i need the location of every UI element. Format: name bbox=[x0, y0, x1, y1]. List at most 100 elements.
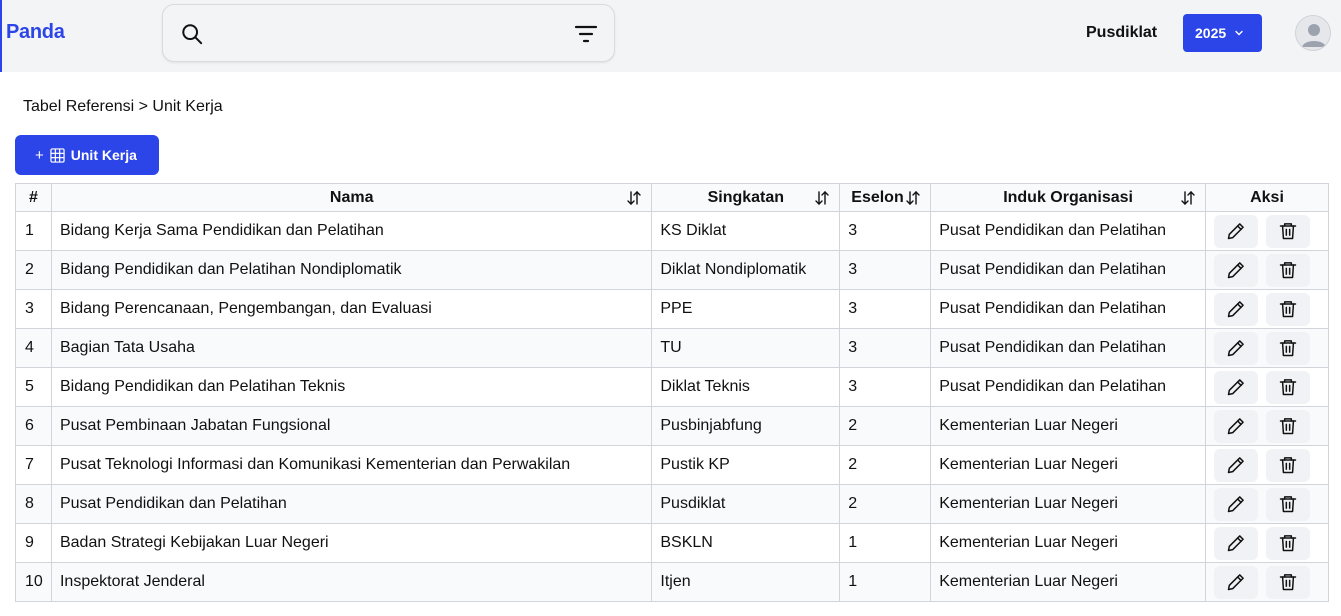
cell-aksi bbox=[1204, 367, 1330, 407]
pencil-icon bbox=[1227, 223, 1244, 240]
cell-eselon: 3 bbox=[839, 367, 932, 407]
year-select[interactable]: 2025 bbox=[1183, 14, 1262, 52]
column-header-nama[interactable]: Nama bbox=[50, 183, 653, 212]
cell-nama: Pusat Pendidikan dan Pelatihan bbox=[50, 484, 653, 524]
cell-nama: Bidang Kerja Sama Pendidikan dan Pelatih… bbox=[50, 211, 653, 251]
cell-eselon: 3 bbox=[839, 250, 932, 290]
edit-button[interactable] bbox=[1213, 487, 1258, 521]
cell-aksi bbox=[1204, 328, 1330, 368]
cell-singkatan: PPE bbox=[651, 289, 841, 329]
column-header-number: # bbox=[15, 183, 52, 212]
trash-icon bbox=[1279, 496, 1297, 513]
cell-singkatan: Diklat Teknis bbox=[651, 367, 841, 407]
cell-number: 2 bbox=[15, 250, 52, 290]
delete-button[interactable] bbox=[1265, 409, 1310, 443]
delete-button[interactable] bbox=[1265, 214, 1310, 248]
cell-induk: Pusat Pendidikan dan Pelatihan bbox=[930, 289, 1206, 329]
column-header-eselon[interactable]: Eselon bbox=[839, 183, 932, 212]
pencil-icon bbox=[1227, 340, 1244, 357]
cell-nama: Pusat Teknologi Informasi dan Komunikasi… bbox=[50, 445, 653, 485]
pencil-icon bbox=[1227, 262, 1244, 279]
cell-number: 5 bbox=[15, 367, 52, 407]
cell-number: 6 bbox=[15, 406, 52, 446]
table-row: 4 Bagian Tata Usaha TU 3 Pusat Pendidika… bbox=[15, 328, 1330, 368]
breadcrumb: Tabel Referensi > Unit Kerja bbox=[23, 98, 223, 115]
cell-eselon: 1 bbox=[839, 562, 932, 602]
delete-button[interactable] bbox=[1265, 292, 1310, 326]
cell-induk: Kementerian Luar Negeri bbox=[930, 406, 1206, 446]
cell-eselon: 3 bbox=[839, 211, 932, 251]
top-bar: Panda Pusdiklat 2025 bbox=[0, 0, 1341, 72]
column-header-induk[interactable]: Induk Organisasi bbox=[930, 183, 1206, 212]
table-row: 3 Bidang Perencanaan, Pengembangan, dan … bbox=[15, 289, 1330, 329]
search-icon[interactable] bbox=[181, 23, 203, 45]
table-body: 1 Bidang Kerja Sama Pendidikan dan Pelat… bbox=[15, 211, 1330, 602]
cell-nama: Bidang Pendidikan dan Pelatihan Teknis bbox=[50, 367, 653, 407]
edit-button[interactable] bbox=[1213, 331, 1258, 365]
cell-aksi bbox=[1204, 406, 1330, 446]
cell-singkatan: BSKLN bbox=[651, 523, 841, 563]
edit-button[interactable] bbox=[1213, 565, 1258, 599]
edit-button[interactable] bbox=[1213, 253, 1258, 287]
trash-icon bbox=[1279, 535, 1297, 552]
unit-kerja-table: # Nama Singkatan Eselon Induk Organisasi… bbox=[15, 183, 1330, 602]
pencil-icon bbox=[1227, 457, 1244, 474]
edit-button[interactable] bbox=[1213, 448, 1258, 482]
sort-icon[interactable] bbox=[905, 190, 921, 206]
table-row: 10 Inspektorat Jenderal Itjen 1 Kementer… bbox=[15, 562, 1330, 602]
cell-singkatan: Itjen bbox=[651, 562, 841, 602]
delete-button[interactable] bbox=[1265, 565, 1310, 599]
sort-icon[interactable] bbox=[814, 190, 830, 206]
delete-button[interactable] bbox=[1265, 331, 1310, 365]
cell-aksi bbox=[1204, 523, 1330, 563]
cell-number: 3 bbox=[15, 289, 52, 329]
edit-button[interactable] bbox=[1213, 292, 1258, 326]
pencil-icon bbox=[1227, 496, 1244, 513]
user-avatar-icon[interactable] bbox=[1295, 15, 1331, 51]
cell-induk: Kementerian Luar Negeri bbox=[930, 523, 1206, 563]
table-header-row: # Nama Singkatan Eselon Induk Organisasi… bbox=[15, 183, 1330, 212]
cell-aksi bbox=[1204, 289, 1330, 329]
trash-icon bbox=[1279, 223, 1297, 240]
search-bar[interactable] bbox=[162, 4, 615, 62]
cell-eselon: 1 bbox=[839, 523, 932, 563]
cell-eselon: 2 bbox=[839, 445, 932, 485]
plus-icon: + bbox=[35, 146, 44, 164]
table-row: 2 Bidang Pendidikan dan Pelatihan Nondip… bbox=[15, 250, 1330, 290]
app-logo[interactable]: Panda bbox=[6, 21, 65, 44]
edit-button[interactable] bbox=[1213, 526, 1258, 560]
cell-singkatan: Pusbinjabfung bbox=[651, 406, 841, 446]
cell-aksi bbox=[1204, 211, 1330, 251]
sort-icon[interactable] bbox=[1180, 190, 1196, 206]
cell-induk: Kementerian Luar Negeri bbox=[930, 484, 1206, 524]
delete-button[interactable] bbox=[1265, 487, 1310, 521]
cell-number: 1 bbox=[15, 211, 52, 251]
cell-induk: Pusat Pendidikan dan Pelatihan bbox=[930, 250, 1206, 290]
column-header-nama-label: Nama bbox=[329, 188, 374, 206]
column-header-singkatan[interactable]: Singkatan bbox=[651, 183, 841, 212]
delete-button[interactable] bbox=[1265, 448, 1310, 482]
column-header-singkatan-label: Singkatan bbox=[707, 188, 785, 206]
filter-icon[interactable] bbox=[574, 24, 598, 44]
trash-icon bbox=[1279, 418, 1297, 435]
edit-button[interactable] bbox=[1213, 370, 1258, 404]
pencil-icon bbox=[1227, 418, 1244, 435]
add-unit-kerja-button[interactable]: + Unit Kerja bbox=[15, 135, 159, 175]
cell-eselon: 2 bbox=[839, 484, 932, 524]
delete-button[interactable] bbox=[1265, 253, 1310, 287]
cell-eselon: 3 bbox=[839, 289, 932, 329]
cell-number: 10 bbox=[15, 562, 52, 602]
table-row: 5 Bidang Pendidikan dan Pelatihan Teknis… bbox=[15, 367, 1330, 407]
pencil-icon bbox=[1227, 535, 1244, 552]
edit-button[interactable] bbox=[1213, 409, 1258, 443]
cell-singkatan: Pusdiklat bbox=[651, 484, 841, 524]
pencil-icon bbox=[1227, 574, 1244, 591]
trash-icon bbox=[1279, 574, 1297, 591]
delete-button[interactable] bbox=[1265, 370, 1310, 404]
table-row: 8 Pusat Pendidikan dan Pelatihan Pusdikl… bbox=[15, 484, 1330, 524]
sort-icon[interactable] bbox=[626, 190, 642, 206]
delete-button[interactable] bbox=[1265, 526, 1310, 560]
cell-eselon: 3 bbox=[839, 328, 932, 368]
table-row: 6 Pusat Pembinaan Jabatan Fungsional Pus… bbox=[15, 406, 1330, 446]
edit-button[interactable] bbox=[1213, 214, 1258, 248]
